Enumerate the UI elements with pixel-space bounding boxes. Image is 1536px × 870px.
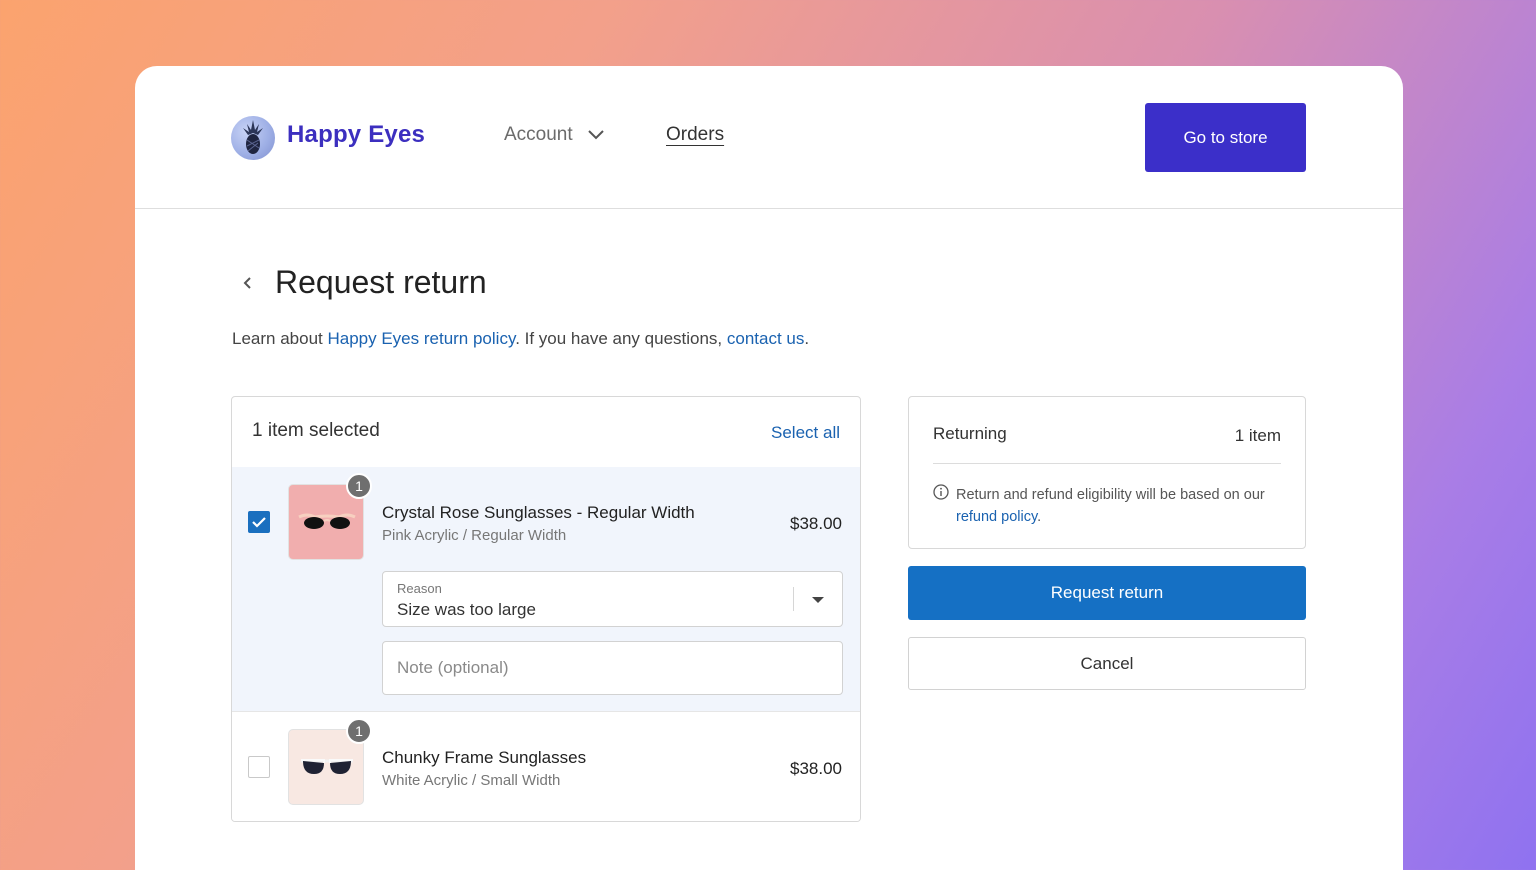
list-item: 1 Crystal Rose Sunglasses - Regular Widt… <box>232 467 860 711</box>
item-checkbox[interactable] <box>248 756 270 778</box>
info-icon <box>933 484 949 500</box>
return-policy-link[interactable]: Happy Eyes return policy <box>327 329 515 348</box>
product-name: Chunky Frame Sunglasses <box>382 748 587 767</box>
intro-prefix: Learn about <box>232 329 328 348</box>
summary-note-text: Return and refund eligibility will be ba… <box>956 487 1265 503</box>
reason-value: Size was too large <box>397 600 536 619</box>
site-header: Happy Eyes Account Orders Go to store <box>135 66 1403 209</box>
app-window: Happy Eyes Account Orders Go to store Re… <box>135 66 1403 870</box>
product-variant: Pink Acrylic / Regular Width <box>382 527 567 544</box>
quantity-badge: 1 <box>346 473 372 499</box>
cancel-button[interactable]: Cancel <box>908 637 1306 690</box>
reason-label: Reason <box>397 581 442 596</box>
quantity-badge: 1 <box>346 718 372 744</box>
request-return-button[interactable]: Request return <box>908 566 1306 620</box>
summary-note-end: . <box>1037 509 1042 525</box>
checkmark-icon <box>252 517 266 528</box>
product-price: $38.00 <box>790 759 842 778</box>
refund-policy-link[interactable]: refund policy <box>956 509 1037 525</box>
return-summary: Returning 1 item Return and refund eligi… <box>908 396 1306 549</box>
product-variant: White Acrylic / Small Width <box>382 772 561 789</box>
items-panel: 1 item selected Select all 1 Crystal Ros… <box>231 396 861 822</box>
contact-link[interactable]: contact us <box>727 329 805 348</box>
chevron-down-icon <box>587 130 604 140</box>
select-all-link[interactable]: Select all <box>771 423 840 443</box>
page-title: Request return <box>275 264 487 300</box>
go-to-store-button[interactable]: Go to store <box>1145 103 1306 172</box>
list-item: 1 Chunky Frame Sunglasses White Acrylic … <box>232 711 860 821</box>
summary-count: 1 item <box>1234 426 1281 445</box>
orders-link[interactable]: Orders <box>666 124 724 146</box>
intro-text: Learn about Happy Eyes return policy. If… <box>232 329 809 349</box>
product-price: $38.00 <box>790 514 842 533</box>
account-menu[interactable]: Account <box>504 124 605 146</box>
intro-suffix: . <box>804 329 810 348</box>
summary-divider <box>933 463 1281 464</box>
summary-note: Return and refund eligibility will be ba… <box>956 484 1286 528</box>
summary-label: Returning <box>933 424 1007 443</box>
account-label: Account <box>504 124 573 145</box>
note-input[interactable] <box>382 641 843 695</box>
pineapple-logo-icon[interactable] <box>231 116 275 160</box>
product-name: Crystal Rose Sunglasses - Regular Width <box>382 503 695 522</box>
select-divider <box>793 587 794 611</box>
intro-middle: . If you have any questions, <box>515 329 727 348</box>
caret-down-icon <box>812 597 824 603</box>
selected-count: 1 item selected <box>252 420 380 441</box>
reason-select[interactable]: Reason Size was too large <box>382 571 843 627</box>
chevron-left-icon[interactable] <box>239 272 255 294</box>
items-panel-header: 1 item selected Select all <box>232 397 860 467</box>
item-checkbox[interactable] <box>248 511 270 533</box>
sunglasses-icon <box>301 759 353 774</box>
brand-name[interactable]: Happy Eyes <box>287 121 425 149</box>
sunglasses-icon <box>298 513 356 529</box>
